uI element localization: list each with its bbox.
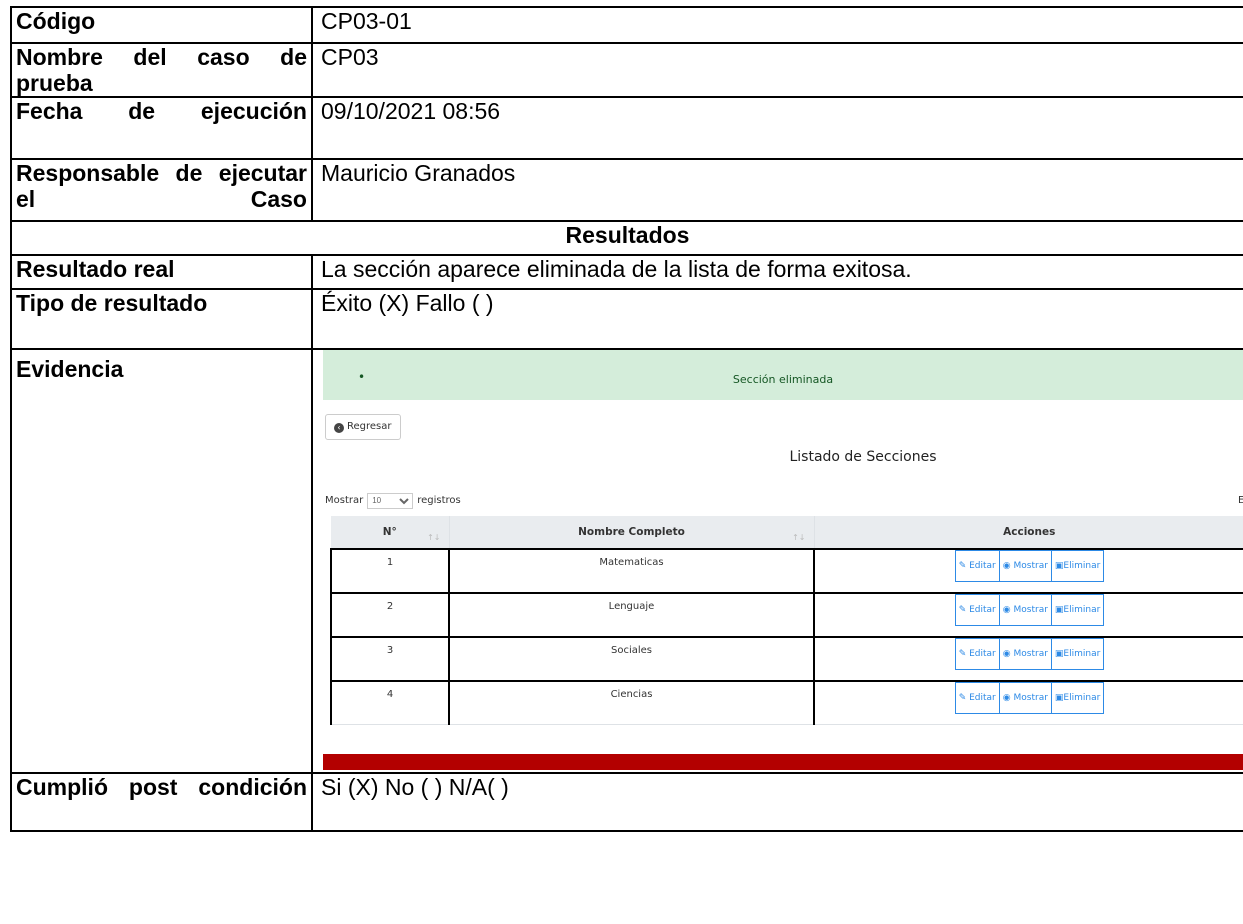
- responsable-value: Mauricio Granados: [311, 158, 1243, 222]
- search-label-cut: E: [1238, 488, 1242, 514]
- col-name-header[interactable]: Nombre Completo ↑↓: [449, 516, 815, 549]
- resultado-real-value: La sección aparece eliminada de la lista…: [311, 254, 1243, 290]
- codigo-value: CP03-01: [311, 6, 1243, 44]
- edit-icon: ✎: [958, 561, 967, 571]
- eye-icon: ◉: [1002, 693, 1011, 703]
- show-label: Mostrar: [1013, 605, 1048, 615]
- evidence-screenshot: • Sección eliminada ‹ Regresar Listado de…: [314, 351, 1242, 770]
- responsable-label: Responsable de ejecutar el Caso: [10, 158, 313, 222]
- edit-button[interactable]: ✎ Editar: [954, 594, 1000, 626]
- show-button[interactable]: ◉ Mostrar: [998, 638, 1052, 670]
- col-number-label: N°: [382, 526, 397, 538]
- circle-arrow-left-icon: ‹: [334, 423, 344, 433]
- delete-button[interactable]: ▣Eliminar: [1050, 638, 1105, 670]
- evidencia-label: Evidencia: [10, 348, 313, 774]
- list-title: Listado de Secciones: [789, 449, 937, 465]
- row-number: 3: [330, 636, 450, 682]
- table-row: 3 Sociales ✎ Editar ◉ Mostrar ▣Eliminar: [330, 636, 1242, 682]
- footer-bar: [323, 754, 1242, 770]
- show-button[interactable]: ◉ Mostrar: [998, 550, 1052, 582]
- back-button[interactable]: ‹ Regresar: [325, 414, 401, 440]
- row-actions: ✎ Editar ◉ Mostrar ▣Eliminar: [813, 548, 1242, 594]
- delete-label: Eliminar: [1063, 649, 1101, 659]
- table-row: 1 Matematicas ✎ Editar ◉ Mostrar ▣Elimin…: [330, 548, 1242, 594]
- edit-icon: ✎: [958, 649, 967, 659]
- edit-button[interactable]: ✎ Editar: [954, 638, 1000, 670]
- delete-button[interactable]: ▣Eliminar: [1050, 682, 1105, 714]
- edit-icon: ✎: [958, 693, 967, 703]
- nombre-caso-value: CP03: [311, 42, 1243, 98]
- sections-table: N° ↑↓ Nombre Completo ↑↓ Acciones 1 Matema…: [330, 516, 1242, 725]
- col-actions-header: Acciones: [814, 516, 1242, 549]
- document-page: Código CP03-01 Nombre del caso de prueba…: [0, 0, 1243, 924]
- edit-icon: ✎: [958, 605, 967, 615]
- edit-label: Editar: [969, 693, 996, 703]
- codigo-label: Código: [10, 6, 313, 44]
- table-header-row: N° ↑↓ Nombre Completo ↑↓ Acciones: [331, 516, 1242, 549]
- eye-icon: ◉: [1002, 561, 1011, 571]
- cumplio-value: Si (X) No ( ) N/A( ): [311, 772, 1243, 832]
- edit-button[interactable]: ✎ Editar: [954, 682, 1000, 714]
- fecha-value: 09/10/2021 08:56: [311, 96, 1243, 160]
- edit-label: Editar: [969, 605, 996, 615]
- sort-icon: ↑↓: [792, 533, 806, 542]
- delete-label: Eliminar: [1063, 561, 1101, 571]
- row-name: Sociales: [448, 636, 815, 682]
- table-row: 2 Lenguaje ✎ Editar ◉ Mostrar ▣Eliminar: [330, 592, 1242, 638]
- page-length-control: Mostrar 10 registros: [325, 488, 461, 514]
- delete-button[interactable]: ▣Eliminar: [1050, 594, 1105, 626]
- row-name: Matematicas: [448, 548, 815, 594]
- edit-label: Editar: [969, 649, 996, 659]
- test-case-table: Código CP03-01 Nombre del caso de prueba…: [10, 6, 1243, 832]
- length-suffix: registros: [417, 495, 461, 506]
- sort-icon: ↑↓: [427, 533, 441, 542]
- evidencia-screenshot: • Sección eliminada ‹ Regresar Listado de…: [311, 348, 1243, 774]
- page-length-select[interactable]: 10: [367, 492, 414, 509]
- edit-button[interactable]: ✎ Editar: [954, 550, 1000, 582]
- delete-label: Eliminar: [1063, 605, 1101, 615]
- show-button[interactable]: ◉ Mostrar: [998, 594, 1052, 626]
- alert-message: Sección eliminada: [732, 373, 834, 386]
- row-number: 1: [330, 548, 450, 594]
- row-actions: ✎ Editar ◉ Mostrar ▣Eliminar: [813, 592, 1242, 638]
- col-number-header[interactable]: N° ↑↓: [331, 516, 450, 549]
- row-name: Lenguaje: [448, 592, 815, 638]
- show-label: Mostrar: [1013, 561, 1048, 571]
- resultados-header: Resultados: [10, 220, 1243, 256]
- tipo-resultado-label: Tipo de resultado: [10, 288, 313, 350]
- back-button-label: Regresar: [347, 421, 392, 432]
- col-actions-label: Acciones: [1003, 526, 1056, 538]
- eye-icon: ◉: [1002, 605, 1011, 615]
- tipo-resultado-value: Éxito (X) Fallo ( ): [311, 288, 1243, 350]
- row-actions: ✎ Editar ◉ Mostrar ▣Eliminar: [813, 680, 1242, 725]
- row-actions: ✎ Editar ◉ Mostrar ▣Eliminar: [813, 636, 1242, 682]
- resultado-real-label: Resultado real: [10, 254, 313, 290]
- show-label: Mostrar: [1013, 693, 1048, 703]
- delete-button[interactable]: ▣Eliminar: [1050, 550, 1105, 582]
- row-name: Ciencias: [448, 680, 815, 725]
- nombre-caso-label: Nombre del caso de prueba: [10, 42, 313, 98]
- show-button[interactable]: ◉ Mostrar: [998, 682, 1052, 714]
- show-label: Mostrar: [1013, 649, 1048, 659]
- success-alert: • Sección eliminada: [323, 351, 1242, 400]
- edit-label: Editar: [969, 561, 996, 571]
- eye-icon: ◉: [1002, 649, 1011, 659]
- row-number: 2: [330, 592, 450, 638]
- cumplio-label: Cumplió post condición: [10, 772, 313, 832]
- col-name-label: Nombre Completo: [578, 526, 685, 538]
- fecha-label: Fecha de ejecución: [10, 96, 313, 160]
- length-prefix: Mostrar: [325, 495, 364, 506]
- delete-label: Eliminar: [1063, 693, 1101, 703]
- row-number: 4: [330, 680, 450, 725]
- table-row: 4 Ciencias ✎ Editar ◉ Mostrar ▣Eliminar: [330, 680, 1242, 725]
